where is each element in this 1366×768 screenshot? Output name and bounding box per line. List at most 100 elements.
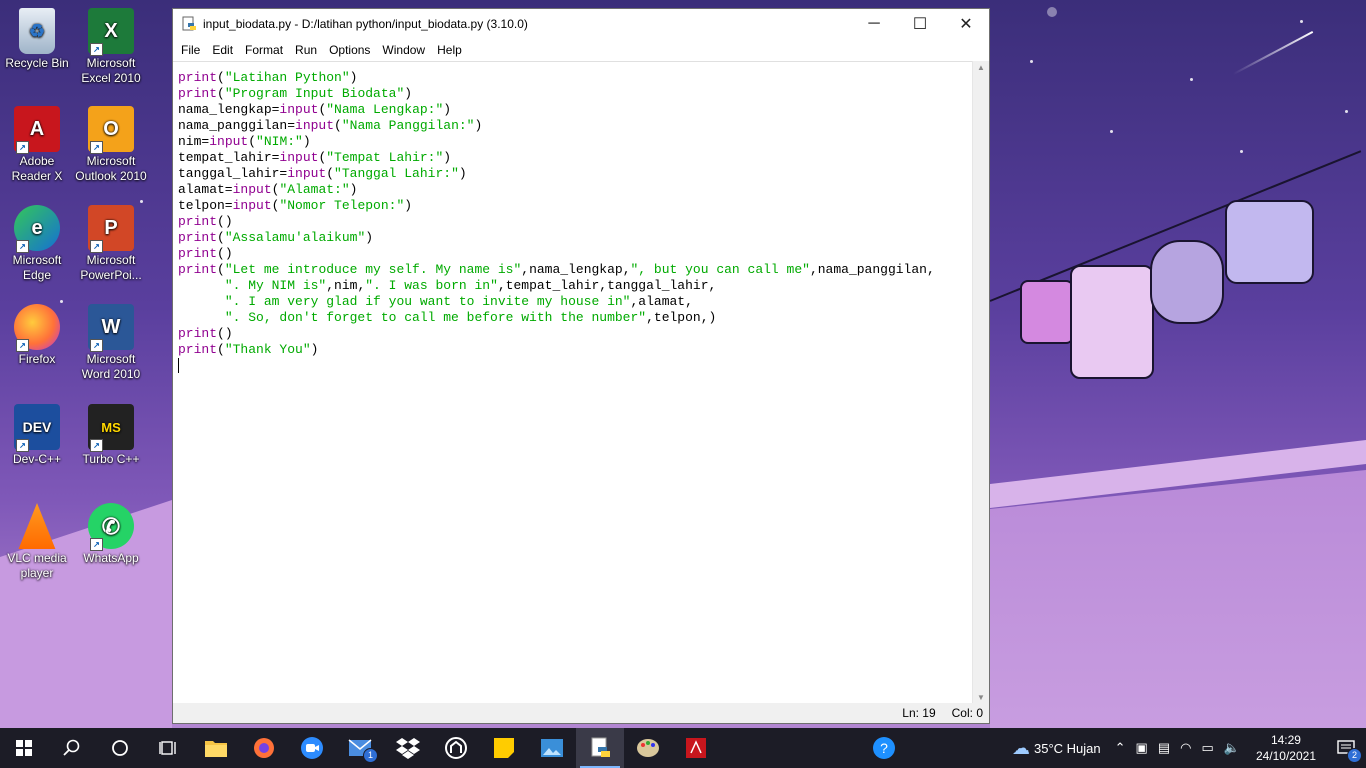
code-keyword: input <box>279 102 319 117</box>
menu-help[interactable]: Help <box>431 43 468 57</box>
minimize-button[interactable]: ─ <box>851 9 897 39</box>
python-idle-icon <box>591 737 610 757</box>
code-keyword: input <box>279 150 319 165</box>
volume-icon[interactable]: 🔈 <box>1224 740 1240 756</box>
desktop-icon-edge[interactable]: e ↗ Microsoft Edge <box>0 205 74 283</box>
desktop-icon-adobe-reader[interactable]: A ↗ Adobe Reader X <box>0 106 74 184</box>
taskbar-idle[interactable] <box>576 728 624 768</box>
code-line[interactable]: print() <box>178 326 973 342</box>
desktop-icon-label: Recycle Bin <box>5 56 69 70</box>
firefox-icon: ↗ <box>14 304 60 352</box>
taskbar-adobe-reader[interactable] <box>672 728 720 768</box>
taskbar-paint[interactable] <box>624 728 672 768</box>
code-line[interactable]: print("Latihan Python") <box>178 70 973 86</box>
menu-format[interactable]: Format <box>239 43 289 57</box>
shortcut-arrow-icon: ↗ <box>90 43 103 56</box>
code-line[interactable]: ". I am very glad if you want to invite … <box>178 294 973 310</box>
code-line[interactable]: print("Let me introduce my self. My name… <box>178 262 973 278</box>
meet-now-icon[interactable]: ▣ <box>1136 740 1148 756</box>
idle-editor-window[interactable]: input_biodata.py - D:/latihan python/inp… <box>172 8 990 724</box>
hanging-clothes <box>1070 265 1154 379</box>
scroll-up-arrow-icon[interactable]: ▲ <box>973 61 989 75</box>
code-text[interactable]: print("Latihan Python") print("Program In… <box>173 62 973 374</box>
taskbar-mail[interactable]: 1 <box>336 728 384 768</box>
adobe-reader-icon <box>686 738 706 758</box>
code-line[interactable]: tanggal_lahir=input("Tanggal Lahir:") <box>178 166 973 182</box>
desktop-icon-powerpoint[interactable]: P ↗ Microsoft PowerPoi... <box>74 205 148 283</box>
code-line[interactable]: print() <box>178 246 973 262</box>
shortcut-arrow-icon: ↗ <box>16 240 29 253</box>
taskbar: 1 ? ☁ 35°C Hujan ⌃ ▣ ▤ ◠ ▭ 🔈 14:29 24/10… <box>0 728 1366 768</box>
battery-icon[interactable]: ▭ <box>1201 740 1213 756</box>
code-line[interactable]: tempat_lahir=input("Tempat Lahir:") <box>178 150 973 166</box>
code-line[interactable] <box>178 358 973 374</box>
close-button[interactable]: ✕ <box>943 9 989 39</box>
taskbar-help[interactable]: ? <box>860 728 908 768</box>
code-token: ( <box>326 166 335 181</box>
code-line[interactable]: print("Program Input Biodata") <box>178 86 973 102</box>
menu-options[interactable]: Options <box>323 43 376 57</box>
code-line[interactable]: print() <box>178 214 973 230</box>
taskbar-zoom[interactable] <box>288 728 336 768</box>
code-line[interactable]: nama_panggilan=input("Nama Panggilan:") <box>178 118 973 134</box>
code-string: "Assalamu'alaikum" <box>224 230 366 245</box>
desktop-icon-devcpp[interactable]: DEV ↗ Dev-C++ <box>0 404 74 467</box>
code-token: ,nama_lengkap, <box>521 262 631 277</box>
shortcut-arrow-icon: ↗ <box>16 141 29 154</box>
desktop-icon-label: Microsoft Excel 2010 <box>81 56 141 85</box>
code-line[interactable]: telpon=input("Nomor Telepon:") <box>178 198 973 214</box>
shortcut-arrow-icon: ↗ <box>90 538 103 551</box>
status-bar: Ln: 19 Col: 0 <box>173 703 989 723</box>
taskbar-firefox[interactable] <box>240 728 288 768</box>
code-string: "Nomor Telepon:" <box>279 198 405 213</box>
vertical-scrollbar[interactable]: ▲ ▼ <box>972 61 989 705</box>
taskbar-photos[interactable] <box>528 728 576 768</box>
code-line[interactable]: nim=input("NIM:") <box>178 134 973 150</box>
code-line[interactable]: print("Assalamu'alaikum") <box>178 230 973 246</box>
code-line[interactable]: nama_lengkap=input("Nama Lengkap:") <box>178 102 973 118</box>
code-token: ( <box>217 86 225 101</box>
desktop-icon-word[interactable]: W ↗ Microsoft Word 2010 <box>74 304 148 382</box>
cortana-button[interactable] <box>96 728 144 768</box>
task-view-button[interactable] <box>144 728 192 768</box>
menu-window[interactable]: Window <box>376 43 431 57</box>
weather-icon[interactable]: ☁ <box>1012 738 1030 759</box>
taskbar-sticky-notes[interactable] <box>480 728 528 768</box>
maximize-button[interactable]: ☐ <box>897 9 943 39</box>
taskbar-dropbox[interactable] <box>384 728 432 768</box>
clock[interactable]: 14:29 24/10/2021 <box>1256 732 1316 764</box>
tray-app-icon[interactable]: ▤ <box>1158 740 1170 756</box>
code-line[interactable]: ". My NIM is",nim,". I was born in",temp… <box>178 278 973 294</box>
task-view-icon <box>159 741 176 755</box>
window-titlebar[interactable]: input_biodata.py - D:/latihan python/inp… <box>173 9 989 39</box>
menu-file[interactable]: File <box>175 43 206 57</box>
code-line[interactable]: alamat=input("Alamat:") <box>178 182 973 198</box>
firefox-icon <box>254 738 274 758</box>
desktop-icon-label: Adobe Reader X <box>11 154 63 183</box>
code-token: () <box>217 326 233 341</box>
code-token: ( <box>248 134 257 149</box>
code-keyword: input <box>287 166 327 181</box>
taskbar-file-explorer[interactable] <box>192 728 240 768</box>
wallpaper-roof <box>990 470 1366 730</box>
code-line[interactable]: ". So, don't forget to call me before wi… <box>178 310 973 326</box>
tray-expand-icon[interactable]: ⌃ <box>1115 740 1126 756</box>
desktop-icon-outlook[interactable]: O ↗ Microsoft Outlook 2010 <box>74 106 148 184</box>
taskbar-unknown-app[interactable] <box>432 728 480 768</box>
weather-text[interactable]: 35°C Hujan <box>1034 741 1101 756</box>
network-wifi-icon[interactable]: ◠ <box>1180 740 1191 756</box>
code-string: ". I was born in" <box>365 278 498 293</box>
notification-center-button[interactable]: 2 <box>1326 728 1366 768</box>
code-editor[interactable]: print("Latihan Python") print("Program In… <box>173 61 973 706</box>
desktop-icon-vlc[interactable]: VLC media player <box>0 503 74 581</box>
desktop-icon-excel[interactable]: X ↗ Microsoft Excel 2010 <box>74 8 148 86</box>
desktop-icon-recycle-bin[interactable]: ♻ Recycle Bin <box>0 8 74 71</box>
search-button[interactable] <box>48 728 96 768</box>
desktop-icon-firefox[interactable]: ↗ Firefox <box>0 304 74 367</box>
menu-run[interactable]: Run <box>289 43 323 57</box>
code-line[interactable]: print("Thank You") <box>178 342 973 358</box>
desktop-icon-whatsapp[interactable]: ✆ ↗ WhatsApp <box>74 503 148 566</box>
start-button[interactable] <box>0 728 48 768</box>
menu-edit[interactable]: Edit <box>206 43 239 57</box>
desktop-icon-turbocpp[interactable]: MS ↗ Turbo C++ <box>74 404 148 467</box>
